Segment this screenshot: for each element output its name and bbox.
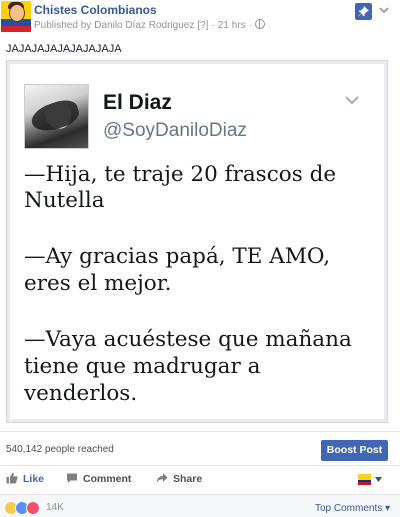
facebook-post: Chistes Colombianos Published by Danilo D… (0, 0, 400, 517)
pin-post-button[interactable] (355, 3, 372, 20)
post-header: Chistes Colombianos Published by Danilo D… (0, 0, 400, 40)
reaction-count[interactable]: 14K (46, 502, 64, 513)
tweet-text-line: —Hija, te traje 20 frascos de (24, 162, 337, 187)
publisher-name-link[interactable]: Danilo Díaz Rodriguez (94, 20, 194, 31)
post-time-link[interactable]: 21 hrs (218, 20, 246, 31)
tweet-text-line: venderlos. (24, 381, 138, 406)
like-button[interactable]: Like (6, 472, 44, 485)
comment-bubble-icon (67, 473, 77, 483)
post-options-chevron-icon[interactable] (379, 5, 389, 15)
insights-bar: 540,142 people reached Boost Post (0, 431, 400, 462)
pin-icon (358, 6, 369, 17)
like-label: Like (23, 473, 45, 485)
tweet-card: El Diaz @SoyDaniloDiaz —Hija, te traje 2… (10, 64, 384, 419)
post-image[interactable]: El Diaz @SoyDaniloDiaz —Hija, te traje 2… (6, 60, 388, 423)
publisher-prefix: Published by (34, 20, 92, 31)
boost-post-button[interactable]: Boost Post (321, 440, 388, 461)
tweet-text-line: —Vaya acuéstese que mañana (24, 327, 352, 352)
tweet-text-line: —Ay gracias papá, TE AMO, (24, 244, 331, 269)
tweet-author-handle: @SoyDaniloDiaz (103, 120, 247, 141)
post-status-text: JAJAJAJAJAJAJAJAJA (6, 43, 122, 55)
love-reaction-icon[interactable] (26, 501, 40, 515)
share-arrow-icon (156, 473, 168, 483)
publisher-help-marker[interactable]: [?] (197, 20, 208, 31)
share-button[interactable]: Share (156, 472, 202, 485)
globe-icon (254, 19, 265, 29)
tweet-text-line: Nutella (24, 188, 105, 213)
share-label: Share (173, 473, 203, 485)
post-meta: Published by Danilo Díaz Rodriguez [?] · 21 … (34, 19, 268, 31)
comment-button[interactable]: Comment (66, 472, 131, 485)
post-actions: Like Comment Share (0, 465, 400, 494)
top-comments-dropdown[interactable]: Top Comments ▾ (315, 503, 390, 514)
meta-separator-2: · (248, 20, 252, 31)
comment-label: Comment (83, 473, 132, 485)
chevron-down-icon (345, 96, 359, 105)
colombia-flag-icon (358, 474, 371, 485)
post-as-selector[interactable] (358, 473, 388, 487)
meta-separator: · (211, 20, 215, 31)
people-reached-link[interactable]: 540,142 people reached (6, 444, 114, 455)
tweet-avatar (24, 84, 89, 149)
reactions-bar: 14K Top Comments ▾ (0, 494, 400, 517)
tweet-author-name: El Diaz (103, 91, 172, 114)
tweet-text-line: tiene que madrugar a (24, 354, 261, 379)
caret-down-icon (375, 477, 382, 482)
tweet-text-line: eres el mejor. (24, 271, 172, 296)
thumbs-up-icon (6, 472, 18, 484)
page-name-link[interactable]: Chistes Colombianos (34, 3, 157, 17)
page-avatar[interactable] (1, 1, 31, 32)
